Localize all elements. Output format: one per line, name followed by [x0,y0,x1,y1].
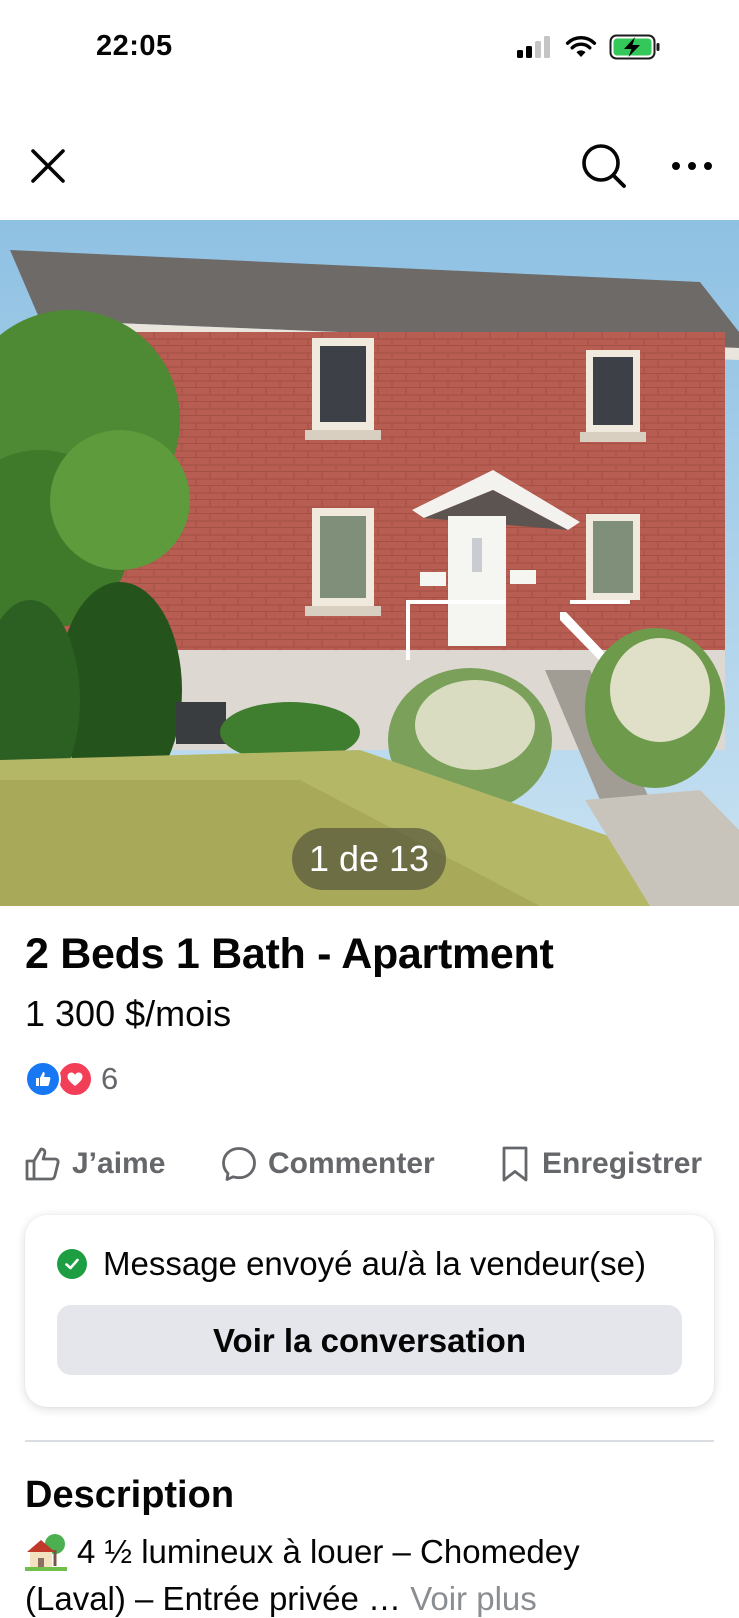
status-icons [517,34,661,60]
search-icon [582,144,626,188]
like-reaction-icon [25,1061,61,1097]
like-button[interactable]: J’aime [24,1135,165,1193]
reaction-count: 6 [101,1061,119,1096]
house-photo-illustration [0,220,739,906]
description-text: 4 ½ lumineux à louer – Chomedey [77,1533,580,1570]
comment-label: Commenter [268,1147,435,1180]
description-text: (Laval) – Entrée privée [25,1580,359,1617]
search-button[interactable] [580,142,628,190]
action-row: J’aime Commenter Enregistrer [0,1135,739,1195]
love-reaction-icon [57,1061,93,1097]
description-heading: Description [25,1474,235,1516]
status-time: 22:05 [96,30,173,62]
divider [25,1440,714,1442]
battery-charging-icon [609,34,660,60]
description-separator: … [368,1580,411,1617]
message-sent-card: Message envoyé au/à la vendeur(se) Voir … [25,1215,714,1407]
top-nav [0,130,739,210]
save-button[interactable]: Enregistrer [498,1135,702,1193]
comment-icon [222,1147,256,1181]
thumbs-up-icon [25,1147,60,1181]
photo-counter: 1 de 13 [292,828,446,890]
see-more-link[interactable]: Voir plus [410,1580,537,1617]
wifi-icon [565,36,597,57]
close-icon [31,149,65,183]
listing-photo[interactable]: 1 de 13 [0,220,739,906]
message-status: Message envoyé au/à la vendeur(se) [57,1245,646,1283]
like-label: J’aime [72,1147,166,1180]
close-button[interactable] [26,144,70,188]
bookmark-icon [502,1146,528,1182]
save-label: Enregistrer [542,1147,703,1180]
listing-title: 2 Beds 1 Bath - Apartment [25,930,554,978]
view-conversation-button[interactable]: Voir la conversation [57,1305,682,1375]
listing-price: 1 300 $/mois [25,993,232,1034]
description-line: (Laval) – Entrée privée … Voir plus [25,1580,537,1618]
status-bar: 22:05 [0,0,739,100]
comment-button[interactable]: Commenter [220,1135,435,1193]
description-line: 4 ½ lumineux à louer – Chomedey [25,1532,580,1572]
more-options-button[interactable] [670,152,714,180]
check-circle-icon [57,1249,87,1279]
reactions-summary[interactable]: 6 [25,1060,118,1098]
house-with-garden-icon [25,1534,67,1571]
cellular-signal-icon [517,36,550,58]
message-status-text: Message envoyé au/à la vendeur(se) [103,1245,646,1282]
more-options-icon [672,162,712,170]
